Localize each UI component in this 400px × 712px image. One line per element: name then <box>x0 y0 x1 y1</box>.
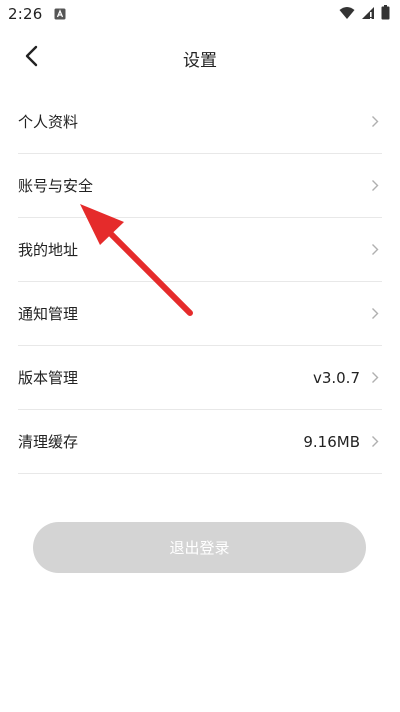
settings-item-clear-cache[interactable]: 清理缓存 9.16MB <box>18 410 382 474</box>
header-bar: 设置 <box>0 36 400 80</box>
status-right <box>339 4 390 24</box>
settings-item-notifications[interactable]: 通知管理 <box>18 282 382 346</box>
chevron-right-icon <box>368 115 382 129</box>
settings-item-version[interactable]: 版本管理 v3.0.7 <box>18 346 382 410</box>
chevron-right-icon <box>368 371 382 385</box>
cache-size-value: 9.16MB <box>303 432 360 451</box>
logout-button[interactable]: 退出登录 <box>33 522 366 573</box>
chevron-right-icon <box>368 243 382 257</box>
settings-item-account-security[interactable]: 账号与安全 <box>18 154 382 218</box>
notification-a-icon <box>54 5 66 24</box>
chevron-right-icon <box>368 307 382 321</box>
settings-item-right <box>368 218 382 281</box>
settings-item-label: 账号与安全 <box>18 177 94 195</box>
settings-item-label: 清理缓存 <box>18 433 79 451</box>
status-left: 2:26 <box>8 5 66 24</box>
wifi-icon <box>339 5 355 24</box>
settings-item-profile[interactable]: 个人资料 <box>18 90 382 154</box>
settings-item-right <box>368 154 382 217</box>
settings-item-label: 版本管理 <box>18 369 79 387</box>
settings-list: 个人资料 账号与安全 我的地址 通知管理 版本管理 v3.0.7 清理缓存 9.… <box>18 90 382 474</box>
settings-item-right: v3.0.7 <box>313 346 382 409</box>
version-value: v3.0.7 <box>312 368 360 387</box>
battery-icon <box>381 4 390 24</box>
settings-item-label: 我的地址 <box>18 241 79 259</box>
chevron-right-icon <box>368 435 382 449</box>
settings-item-right: 9.16MB <box>303 410 382 473</box>
status-bar: 2:26 <box>0 0 400 28</box>
settings-item-label: 通知管理 <box>18 305 79 323</box>
page-title: 设置 <box>183 51 217 71</box>
settings-item-right <box>368 90 382 153</box>
status-time: 2:26 <box>8 5 43 23</box>
settings-screen: 2:26 设置 个人资料 账号与安全 我的地址 通知管理 版本管理 v3.0.7… <box>0 0 400 712</box>
signal-icon <box>361 5 375 24</box>
chevron-right-icon <box>368 179 382 193</box>
settings-item-right <box>368 282 382 345</box>
settings-item-label: 个人资料 <box>18 113 79 131</box>
settings-item-my-address[interactable]: 我的地址 <box>18 218 382 282</box>
